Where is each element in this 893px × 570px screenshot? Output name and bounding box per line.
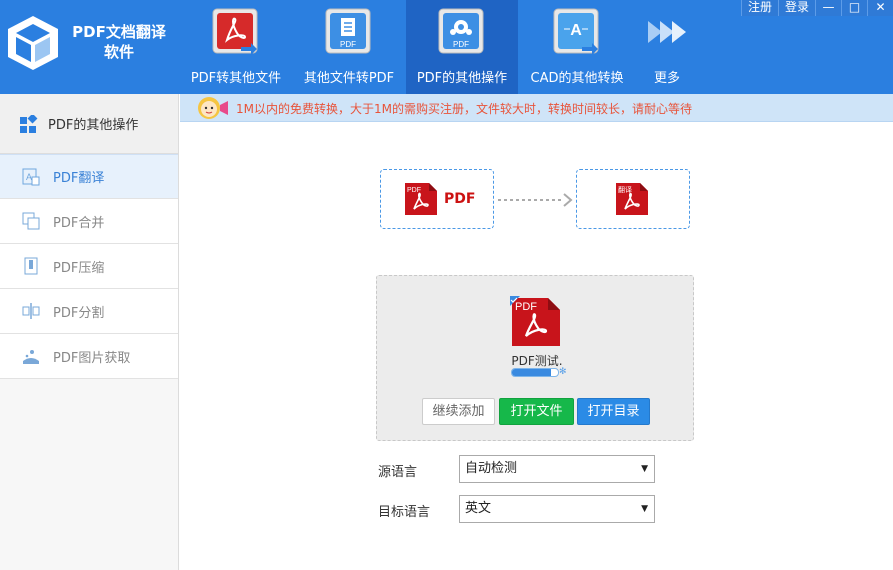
sidebar-header: PDF的其他操作 — [0, 94, 178, 154]
arrow-right-icon — [498, 193, 573, 207]
open-file-button[interactable]: 打开文件 — [499, 398, 574, 425]
svg-text:PDF: PDF — [515, 301, 537, 313]
image-extract-icon — [22, 347, 40, 365]
nav-other-to-pdf[interactable]: PDF 其他文件转PDF — [293, 0, 405, 94]
dropdown-caret-icon: ▼ — [641, 464, 648, 474]
file-to-pdf-icon: PDF — [325, 8, 371, 54]
sidebar-item-label: PDF合并 — [53, 215, 105, 231]
source-format-label: PDF — [444, 191, 476, 207]
login-link[interactable]: 登录 — [777, 0, 815, 16]
nav-pdf-to-other[interactable]: PDF转其他文件 — [180, 0, 292, 94]
cad-convert-icon: A — [553, 8, 599, 55]
app-title-line2: 软件 — [103, 43, 134, 61]
pdf-convert-icon — [212, 8, 258, 55]
notice-text: 1M以内的免费转换，大于1M的需购买注册，文件较大时，转换时间较长，请耐心等待 — [236, 102, 692, 116]
nav-pdf-other-ops[interactable]: PDF PDF的其他操作 — [406, 0, 518, 94]
split-icon — [22, 302, 40, 320]
pdf-file-icon: PDF — [405, 183, 437, 215]
add-more-button[interactable]: 继续添加 — [422, 398, 495, 425]
sidebar-item-pdf-compress[interactable]: PDF压缩 — [0, 244, 178, 289]
sidebar-item-pdf-merge[interactable]: PDF合并 — [0, 199, 178, 244]
sidebar-item-label: PDF翻译 — [53, 171, 105, 186]
app-title: PDF文档翻译 软件 — [64, 22, 174, 62]
svg-text:PDF: PDF — [340, 40, 356, 49]
notice-bar: 1M以内的免费转换，大于1M的需购买注册，文件较大时，转换时间较长，请耐心等待 — [180, 94, 893, 122]
svg-text:A: A — [26, 172, 32, 182]
merge-icon — [22, 212, 40, 230]
app-title-line1: PDF文档翻译 — [72, 23, 166, 41]
close-icon[interactable]: ✕ — [867, 0, 893, 16]
app-header: PDF文档翻译 软件 PDF转其他文件 PDF 其他文件转PDF PDF PDF… — [0, 0, 893, 94]
more-arrows-icon — [648, 21, 686, 43]
nav-label: PDF的其他操作 — [416, 71, 508, 86]
progress-fill — [512, 369, 552, 376]
translated-pdf-icon: 翻译 — [616, 183, 648, 215]
target-format-box: 翻译 — [576, 169, 690, 229]
sidebar-item-pdf-image[interactable]: PDF图片获取 — [0, 334, 178, 379]
target-language-select[interactable]: 英文 ▼ — [459, 495, 655, 523]
source-language-select[interactable]: 自动检测 ▼ — [459, 455, 655, 483]
sidebar-header-label: PDF的其他操作 — [48, 118, 139, 133]
svg-text:A: A — [570, 22, 582, 39]
nav-label: 更多 — [653, 71, 680, 86]
grid-icon — [20, 114, 38, 133]
compress-icon — [22, 257, 40, 275]
sidebar-item-pdf-translate[interactable]: A PDF翻译 — [0, 154, 178, 199]
sidebar: PDF的其他操作 A PDF翻译 PDF合并 PDF压缩 PDF分割 PDF图片… — [0, 94, 179, 570]
svg-text:PDF: PDF — [453, 40, 469, 49]
nav-label: PDF转其他文件 — [190, 71, 282, 86]
target-language-label: 目标语言 — [378, 505, 431, 520]
source-language-label: 源语言 — [378, 465, 418, 480]
sidebar-item-pdf-split[interactable]: PDF分割 — [0, 289, 178, 334]
nav-label: 其他文件转PDF — [303, 71, 395, 86]
pdf-file-icon[interactable]: PDF — [510, 296, 562, 348]
sidebar-item-label: PDF分割 — [53, 305, 105, 321]
target-language-value: 英文 — [465, 501, 492, 516]
register-link[interactable]: 注册 — [740, 0, 778, 16]
source-language-value: 自动检测 — [465, 461, 518, 476]
minimize-icon[interactable]: — — [815, 0, 841, 16]
maximize-icon[interactable]: □ — [841, 0, 867, 16]
mascot-icon — [198, 97, 228, 119]
pdf-gear-icon: PDF — [438, 8, 484, 54]
file-drop-area[interactable]: PDF PDF测试. ✻ 继续添加 打开文件 打开目录 — [376, 275, 694, 441]
window-controls: 注册 登录 — □ ✕ — [740, 0, 893, 16]
sidebar-item-label: PDF图片获取 — [53, 350, 131, 366]
app-logo-icon — [8, 16, 58, 70]
translate-icon: A — [22, 168, 40, 186]
svg-text:翻译: 翻译 — [618, 185, 632, 194]
sidebar-item-label: PDF压缩 — [53, 260, 105, 276]
open-folder-button[interactable]: 打开目录 — [577, 398, 650, 425]
nav-more[interactable]: 更多 — [611, 0, 723, 94]
source-format-box: PDF PDF — [380, 169, 494, 229]
loading-spinner-icon: ✻ — [559, 367, 567, 377]
dropdown-caret-icon: ▼ — [641, 504, 648, 514]
conversion-progress-bar — [511, 368, 559, 377]
